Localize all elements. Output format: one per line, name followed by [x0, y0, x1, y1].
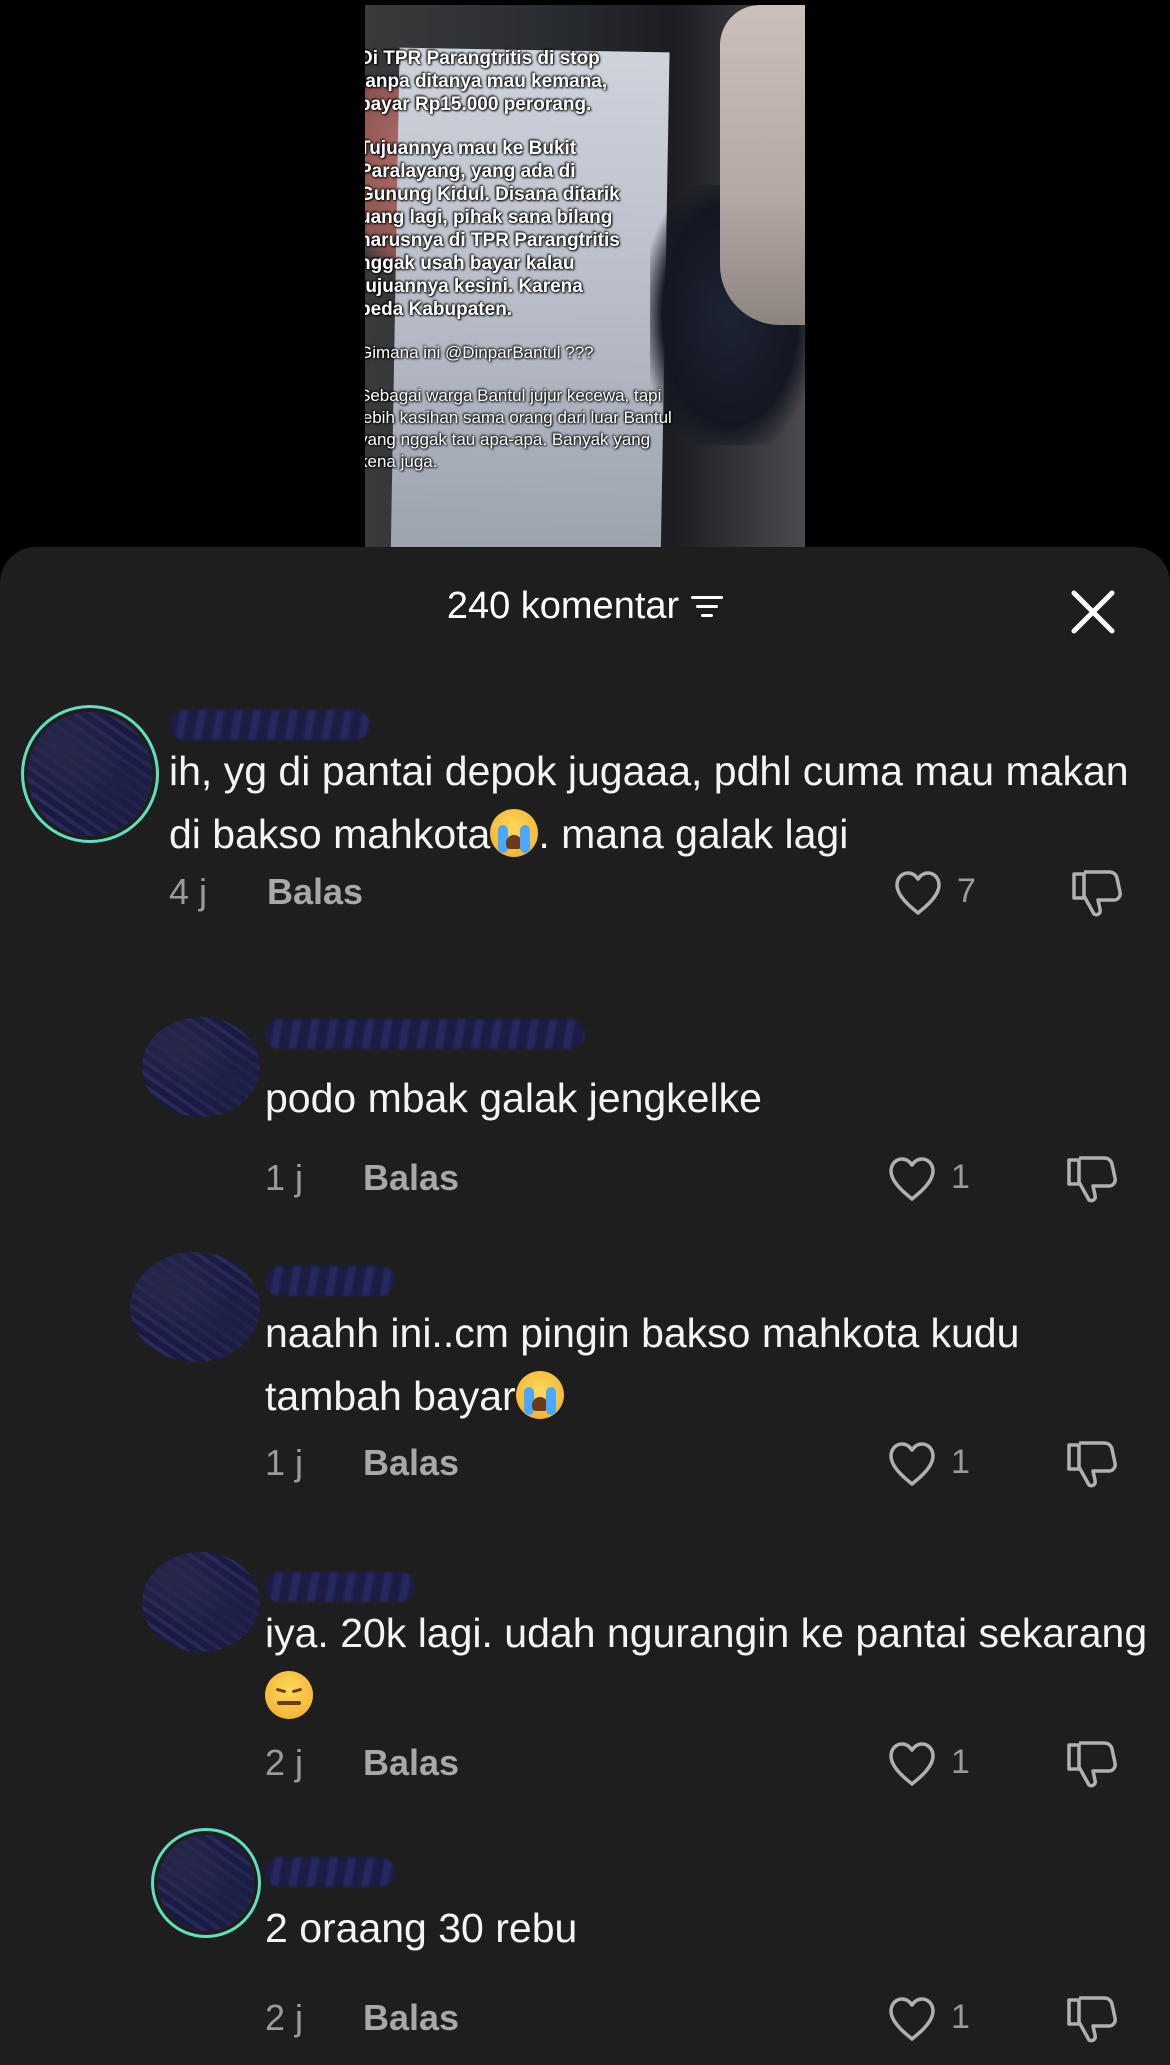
like-button[interactable]: 1: [887, 1439, 997, 1489]
close-icon: [1071, 590, 1115, 634]
avatar-scribble: [28, 712, 152, 836]
heart-icon: [895, 871, 941, 915]
pensive-face-icon: [265, 1671, 313, 1719]
video-preview[interactable]: Di TPR Parangtritis di stop tanpa ditany…: [365, 5, 805, 560]
reply-button[interactable]: Balas: [363, 1997, 459, 2039]
avatar-scribble: [158, 1835, 254, 1931]
avatar[interactable]: [130, 1252, 260, 1362]
like-count: 7: [957, 872, 976, 910]
comment-time: 2 j: [265, 1997, 304, 2038]
heart-icon: [889, 1997, 935, 2041]
dislike-button[interactable]: [1065, 1992, 1119, 2046]
comment-time: 2 j: [265, 1742, 304, 1783]
username-redacted[interactable]: [265, 1019, 585, 1049]
reply-item: 2 oraang 30 rebu 2 j Balas 1: [0, 1817, 1170, 2065]
reply-button[interactable]: Balas: [267, 871, 363, 913]
video-caption-paragraph: Di TPR Parangtritis di stop tanpa ditany…: [365, 48, 608, 115]
reply-item: podo mbak galak jengkelke 1 j Balas 1: [0, 1007, 1170, 1237]
close-button[interactable]: [1068, 587, 1118, 637]
avatar[interactable]: [158, 1835, 254, 1931]
comment-item: ih, yg di pantai depok jugaaa, pdhl cuma…: [0, 692, 1170, 922]
thumbs-down-icon: [1067, 1741, 1117, 1788]
like-button[interactable]: 1: [887, 1994, 997, 2044]
avatar-scribble: [142, 1552, 260, 1652]
comment-text-tail: . mana galak lagi: [538, 811, 849, 857]
like-count: 1: [951, 1158, 970, 1196]
comment-text: ih, yg di pantai depok jugaaa, pdhl cuma…: [169, 740, 1144, 866]
loudly-crying-face-icon: [515, 1371, 564, 1419]
thumbs-down-icon: [1067, 1156, 1117, 1203]
video-caption-paragraph: Sebagai warga Bantul jujur kecewa, tapi …: [365, 386, 672, 471]
username-redacted[interactable]: [170, 710, 370, 740]
heart-icon: [889, 1157, 935, 1201]
comment-text-body: iya. 20k lagi. udah ngurangin ke pantai …: [265, 1610, 1148, 1656]
comments-header: 240 komentar: [0, 547, 1170, 677]
heart-icon: [889, 1442, 935, 1486]
video-caption-paragraph: Tujuannya mau ke Bukit Paralayang, yang …: [365, 138, 620, 320]
avatar[interactable]: [142, 1017, 260, 1117]
username-redacted[interactable]: [265, 1266, 395, 1296]
comment-time: 4 j: [169, 871, 208, 912]
like-button[interactable]: 1: [887, 1154, 997, 1204]
reply-item: naahh ini..cm pingin bakso mahkota kudu …: [0, 1242, 1170, 1522]
heart-icon: [889, 1742, 935, 1786]
video-caption-paragraph: Gimana ini @DinparBantul ???: [365, 343, 594, 362]
avatar-scribble: [130, 1252, 260, 1362]
comment-text-body: naahh ini..cm pingin bakso mahkota kudu …: [265, 1310, 1031, 1419]
avatar-scribble: [142, 1017, 260, 1117]
like-button[interactable]: 7: [893, 868, 1003, 918]
loudly-crying-face-icon: [490, 809, 539, 857]
reply-button[interactable]: Balas: [363, 1742, 459, 1784]
comment-text: podo mbak galak jengkelke: [265, 1067, 1155, 1130]
avatar[interactable]: [142, 1552, 260, 1652]
like-count: 1: [951, 1743, 970, 1781]
dislike-button[interactable]: [1065, 1737, 1119, 1791]
comment-text-body: podo mbak galak jengkelke: [265, 1075, 762, 1121]
reply-item: iya. 20k lagi. udah ngurangin ke pantai …: [0, 1542, 1170, 1822]
filter-icon[interactable]: [691, 587, 724, 617]
thumbs-down-icon: [1067, 1996, 1117, 2043]
username-redacted[interactable]: [265, 1857, 395, 1887]
comment-text: iya. 20k lagi. udah ngurangin ke pantai …: [265, 1602, 1155, 1728]
like-button[interactable]: 1: [887, 1739, 997, 1789]
comments-sheet: 240 komentar ih, yg di pantai depok juga…: [0, 547, 1170, 2065]
username-redacted[interactable]: [265, 1572, 415, 1602]
reply-button[interactable]: Balas: [363, 1442, 459, 1484]
dislike-button[interactable]: [1065, 1437, 1119, 1491]
comment-time: 1 j: [265, 1442, 304, 1483]
avatar[interactable]: [28, 712, 152, 836]
dislike-button[interactable]: [1065, 1152, 1119, 1206]
video-caption-overlay: Di TPR Parangtritis di stop tanpa ditany…: [365, 47, 789, 494]
like-count: 1: [951, 1443, 970, 1481]
reply-button[interactable]: Balas: [363, 1157, 459, 1199]
comment-text: naahh ini..cm pingin bakso mahkota kudu …: [265, 1302, 1155, 1428]
comment-text: 2 oraang 30 rebu: [265, 1897, 1155, 1960]
comment-count-label: 240 komentar: [446, 585, 680, 627]
thumbs-down-icon: [1067, 1441, 1117, 1488]
thumbs-down-icon: [1072, 870, 1122, 917]
comment-time: 1 j: [265, 1157, 304, 1198]
dislike-button[interactable]: [1070, 866, 1124, 920]
comment-text-body: 2 oraang 30 rebu: [265, 1905, 578, 1951]
like-count: 1: [951, 1998, 970, 2036]
comment-count-button[interactable]: 240 komentar: [0, 585, 1170, 628]
